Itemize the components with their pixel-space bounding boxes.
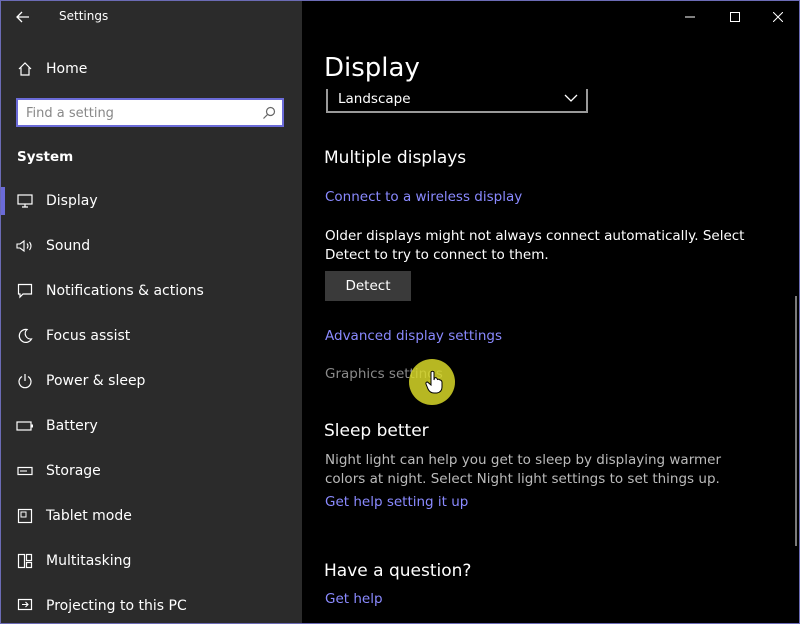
sidebar-item-projecting[interactable]: Projecting to this PC bbox=[1, 586, 302, 623]
search-input[interactable] bbox=[26, 104, 256, 122]
scrollbar[interactable] bbox=[795, 296, 797, 546]
sidebar-item-notifications[interactable]: Notifications & actions bbox=[1, 271, 302, 311]
sidebar-item-multitasking[interactable]: Multitasking bbox=[1, 541, 302, 581]
title-bar: Settings bbox=[1, 1, 302, 33]
main-content: Display Landscape Multiple displays Conn… bbox=[302, 1, 799, 623]
multiple-displays-description: Older displays might not always connect … bbox=[325, 228, 745, 263]
storage-icon bbox=[15, 461, 35, 481]
power-icon bbox=[15, 371, 35, 391]
chevron-down-icon bbox=[564, 94, 578, 102]
notification-icon bbox=[15, 281, 35, 301]
sidebar-item-focus-assist[interactable]: Focus assist bbox=[1, 316, 302, 356]
sidebar-item-label: Power & sleep bbox=[46, 373, 146, 389]
sidebar-item-label: Sound bbox=[46, 238, 91, 254]
sleep-better-description: Night light can help you get to sleep by… bbox=[325, 452, 722, 487]
projecting-icon bbox=[15, 596, 35, 616]
sidebar-item-storage[interactable]: Storage bbox=[1, 451, 302, 491]
battery-icon bbox=[15, 416, 35, 436]
sidebar-item-label: Focus assist bbox=[46, 328, 131, 344]
sidebar-item-label: Display bbox=[46, 193, 98, 209]
section-label-system: System bbox=[17, 149, 74, 165]
search-icon bbox=[263, 106, 276, 119]
sleep-better-heading: Sleep better bbox=[324, 421, 429, 441]
back-arrow-icon bbox=[16, 11, 29, 23]
multitasking-icon bbox=[15, 551, 35, 571]
hand-cursor-icon bbox=[425, 370, 443, 394]
settings-window: Settings Home System Display Sound bbox=[0, 0, 800, 624]
get-help-setting-it-up-link[interactable]: Get help setting it up bbox=[325, 494, 468, 510]
page-title: Display bbox=[324, 53, 420, 83]
app-title: Settings bbox=[59, 9, 109, 23]
sidebar-item-label: Tablet mode bbox=[46, 508, 132, 524]
sidebar-item-battery[interactable]: Battery bbox=[1, 406, 302, 446]
monitor-icon bbox=[15, 191, 35, 211]
sidebar-item-display[interactable]: Display bbox=[1, 181, 302, 221]
have-a-question-heading: Have a question? bbox=[324, 561, 472, 581]
sidebar-item-home[interactable]: Home bbox=[1, 53, 302, 85]
advanced-display-settings-link[interactable]: Advanced display settings bbox=[325, 328, 502, 344]
speaker-icon bbox=[15, 236, 35, 256]
sidebar-item-label: Projecting to this PC bbox=[46, 598, 187, 614]
orientation-select-value: Landscape bbox=[338, 91, 411, 107]
detect-button[interactable]: Detect bbox=[325, 271, 411, 301]
back-button[interactable] bbox=[11, 7, 35, 27]
moon-icon bbox=[15, 326, 35, 346]
orientation-select[interactable]: Landscape bbox=[326, 89, 588, 113]
connect-wireless-display-link[interactable]: Connect to a wireless display bbox=[325, 189, 522, 205]
sidebar-item-tablet-mode[interactable]: Tablet mode bbox=[1, 496, 302, 536]
sidebar-item-label: Storage bbox=[46, 463, 101, 479]
sidebar-item-label: Notifications & actions bbox=[46, 283, 204, 299]
get-help-link[interactable]: Get help bbox=[325, 591, 383, 607]
sidebar-item-power-sleep[interactable]: Power & sleep bbox=[1, 361, 302, 401]
multiple-displays-heading: Multiple displays bbox=[324, 148, 467, 168]
sidebar: Settings Home System Display Sound bbox=[1, 1, 302, 623]
search-box bbox=[16, 98, 284, 127]
sidebar-item-sound[interactable]: Sound bbox=[1, 226, 302, 266]
sidebar-item-label: Battery bbox=[46, 418, 98, 434]
home-icon bbox=[15, 59, 35, 79]
tablet-icon bbox=[15, 506, 35, 526]
sidebar-item-label: Multitasking bbox=[46, 553, 132, 569]
sidebar-item-label: Home bbox=[46, 61, 88, 77]
